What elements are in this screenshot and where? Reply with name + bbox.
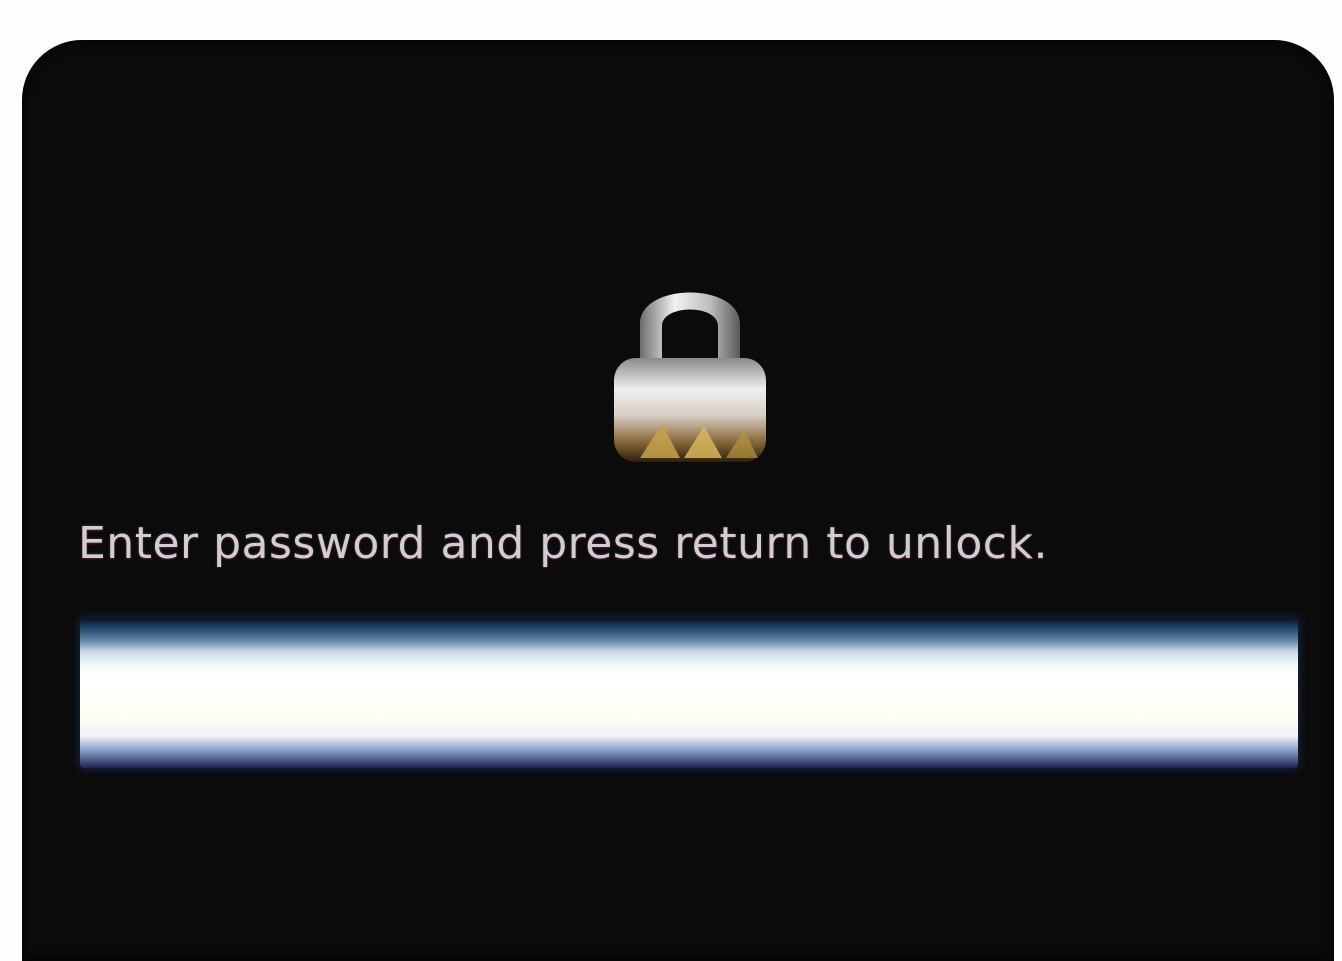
unlock-prompt-text: Enter password and press return to unloc… bbox=[78, 518, 1048, 569]
password-field[interactable] bbox=[80, 618, 1298, 768]
padlock-icon bbox=[614, 292, 766, 462]
lock-dialog: Enter password and press return to unloc… bbox=[22, 40, 1334, 961]
password-input[interactable] bbox=[94, 652, 1288, 740]
screen: Enter password and press return to unloc… bbox=[0, 0, 1342, 961]
